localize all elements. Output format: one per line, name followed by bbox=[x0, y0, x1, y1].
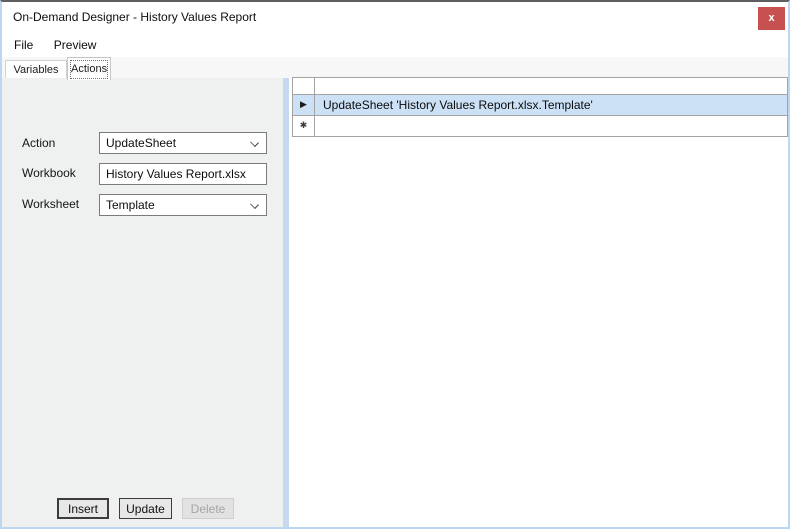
grid-row-header[interactable]: ▶ bbox=[293, 95, 315, 115]
tab-actions-label: Actions bbox=[70, 60, 108, 79]
action-dropdown-value: UpdateSheet bbox=[106, 136, 177, 150]
menu-bar: File Preview bbox=[2, 33, 788, 57]
close-button[interactable]: x bbox=[758, 7, 785, 30]
action-dropdown[interactable]: UpdateSheet bbox=[99, 132, 267, 154]
grid-row-header[interactable]: ✱ bbox=[293, 116, 315, 136]
grid-header-cell bbox=[315, 78, 787, 94]
new-row-icon: ✱ bbox=[299, 120, 308, 131]
tab-actions[interactable]: Actions bbox=[67, 57, 111, 80]
tab-variables[interactable]: Variables bbox=[5, 60, 67, 80]
workbook-input[interactable] bbox=[99, 163, 267, 185]
menu-item-file[interactable]: File bbox=[6, 33, 41, 57]
worksheet-dropdown-value: Template bbox=[106, 198, 155, 212]
grid-row-selected[interactable]: ▶ UpdateSheet 'History Values Report.xls… bbox=[293, 94, 787, 115]
chevron-down-icon bbox=[250, 138, 259, 147]
window-title: On-Demand Designer - History Values Repo… bbox=[13, 10, 257, 24]
grid-cell-empty[interactable] bbox=[315, 116, 787, 136]
chevron-down-icon bbox=[250, 200, 259, 209]
insert-button[interactable]: Insert bbox=[57, 498, 109, 519]
grid-cell-action-text[interactable]: UpdateSheet 'History Values Report.xlsx.… bbox=[315, 95, 787, 115]
update-button[interactable]: Update bbox=[119, 498, 172, 519]
grid-corner-cell bbox=[293, 78, 315, 94]
app-window: On-Demand Designer - History Values Repo… bbox=[0, 0, 790, 529]
worksheet-label: Worksheet bbox=[22, 197, 80, 211]
title-bar[interactable]: On-Demand Designer - History Values Repo… bbox=[2, 2, 788, 33]
delete-button: Delete bbox=[182, 498, 234, 519]
close-icon: x bbox=[768, 12, 775, 24]
workbook-label: Workbook bbox=[22, 166, 76, 180]
grid-row-new[interactable]: ✱ bbox=[293, 115, 787, 136]
grid-header-row bbox=[293, 78, 787, 94]
current-row-icon: ▶ bbox=[300, 99, 307, 110]
actions-grid: ▶ UpdateSheet 'History Values Report.xls… bbox=[292, 77, 788, 137]
action-label: Action bbox=[22, 136, 56, 150]
menu-item-preview[interactable]: Preview bbox=[46, 33, 105, 57]
worksheet-dropdown[interactable]: Template bbox=[99, 194, 267, 216]
actions-list-panel bbox=[289, 78, 788, 527]
